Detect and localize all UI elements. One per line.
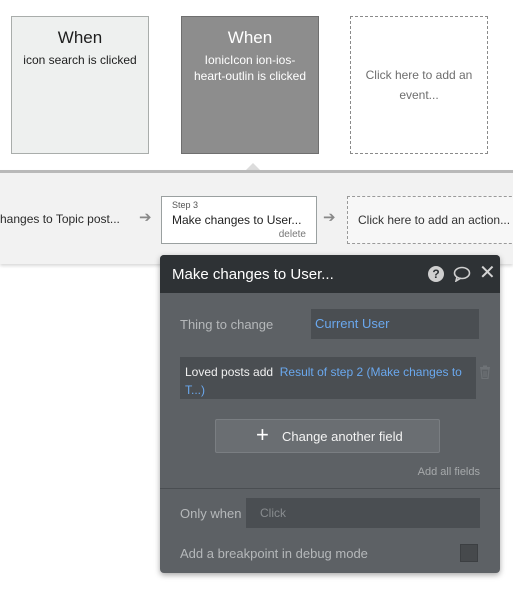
step-3-card[interactable]: Step 3 Make changes to User... delete <box>161 196 317 244</box>
arrow-right-icon: ➔ <box>139 209 152 226</box>
action-properties-panel: Make changes to User... ? ✕ Thing to cha… <box>160 255 500 573</box>
debug-breakpoint-checkbox[interactable] <box>460 544 478 562</box>
field-name: Loved posts add <box>185 365 274 379</box>
event-card-heart-icon[interactable]: When IonicIcon ion-ios-heart-outlin is c… <box>181 16 319 154</box>
step-number: Step 3 <box>172 200 199 210</box>
thing-to-change-field[interactable]: Current User <box>311 309 479 339</box>
field-change-row[interactable]: Loved posts add Result of step 2 (Make c… <box>180 357 476 399</box>
step-1-label[interactable]: hanges to Topic post... <box>0 212 120 226</box>
event-description: IonicIcon ion-ios-heart-outlin is clicke… <box>193 53 307 83</box>
panel-header: Make changes to User... ? ✕ <box>160 255 500 293</box>
workflow-actions-strip: hanges to Topic post... ➔ Step 3 Make ch… <box>0 170 513 264</box>
thing-to-change-value: Current User <box>315 316 390 331</box>
event-title: When <box>57 28 103 47</box>
change-another-field-button[interactable]: + Change another field <box>215 419 440 453</box>
panel-divider <box>160 488 500 489</box>
add-event-card[interactable]: Click here to add an event... <box>350 16 488 154</box>
close-icon[interactable]: ✕ <box>479 263 496 283</box>
add-event-placeholder: Click here to add an event... <box>365 68 473 102</box>
add-action-card[interactable]: Click here to add an action... <box>347 196 513 244</box>
trash-icon[interactable] <box>479 365 491 384</box>
thing-to-change-label: Thing to change <box>180 317 274 332</box>
field-change-text: Loved posts add Result of step 2 (Make c… <box>185 363 477 399</box>
step-title: Make changes to User... <box>172 213 302 227</box>
panel-title: Make changes to User... <box>172 266 334 283</box>
event-description: icon search is clicked <box>23 53 137 67</box>
add-action-label: Click here to add an action... <box>358 213 511 227</box>
add-all-fields-link[interactable]: Add all fields <box>418 466 480 478</box>
event-title: When <box>227 28 273 47</box>
question-icon[interactable]: ? <box>428 266 444 282</box>
change-another-field-label: Change another field <box>282 429 403 444</box>
comment-bubble-icon[interactable] <box>453 266 471 283</box>
debug-breakpoint-label: Add a breakpoint in debug mode <box>180 546 368 561</box>
only-when-input[interactable]: Click <box>246 498 480 528</box>
event-card-icon-search[interactable]: When icon search is clicked <box>11 16 149 154</box>
plus-icon: + <box>256 422 269 447</box>
only-when-placeholder: Click <box>260 506 286 520</box>
only-when-label: Only when <box>180 506 242 521</box>
step-delete-link[interactable]: delete <box>279 229 306 240</box>
arrow-right-icon: ➔ <box>323 209 336 226</box>
